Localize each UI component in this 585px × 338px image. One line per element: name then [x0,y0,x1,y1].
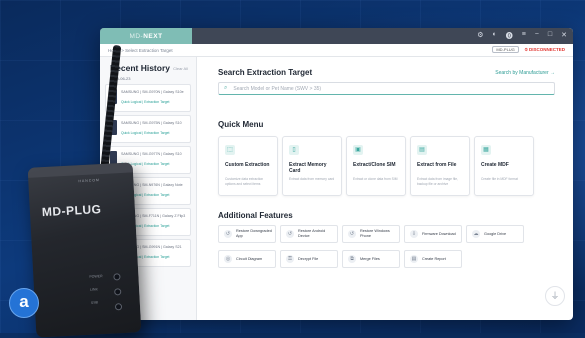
port-label: LINK [89,287,98,292]
search-input[interactable]: ⌕ Search Model or Pet Name (SWV > 35) [218,82,555,95]
feature-label: Create Report [422,256,446,261]
minimize-icon[interactable]: − [535,31,539,41]
led-icon [113,273,121,281]
search-section-title: Search Extraction Target [218,68,313,77]
history-item-meta: SAMSUNG | SM-G977N | Galaxy S10 [121,152,182,156]
breadcrumb-bar: Home > Select Extraction Target MD-PLUG … [100,44,573,57]
card-desc: Extract data from image file, backup fil… [417,177,459,186]
additional-features-grid: ↺ Restore Downgraded App ↺ Restore Andro… [218,225,555,268]
custom-extraction-icon: ⬚ [225,145,235,155]
history-item-tag: Quick Logical | Extraction Target [121,131,170,135]
feature-google-drive[interactable]: ☁ Google Drive [466,225,524,243]
quick-menu-cards: ⬚ Custom Extraction Customize data extra… [218,136,555,196]
connection-status: ⦸ DISCONNECTED [524,47,565,52]
feature-restore-downgraded-app[interactable]: ↺ Restore Downgraded App [218,225,276,243]
history-item-tag: Quick Logical | Extraction Target [121,100,170,104]
usb-icon[interactable]: ⏚ [545,286,565,306]
feature-merge-files[interactable]: ⧉ Merge Files [342,250,400,268]
mdplug-device: HANCOM MD-PLUG POWER LINK USB [27,162,142,338]
sim-icon: ▣ [353,145,363,155]
maximize-icon[interactable]: □ [548,31,552,41]
card-desc: Extract data from memory card [289,177,335,181]
feature-label: Restore Windows Phone [360,229,390,238]
history-item-meta: SAMSUNG | SM-G975N | Galaxy S10 [121,121,182,125]
card-title: Custom Extraction [225,162,270,168]
quick-menu-title: Quick Menu [218,120,264,129]
device-leds [113,273,123,311]
settings-icon[interactable]: ⚙ [477,31,483,41]
feature-label: Decrypt File [298,256,319,261]
card-title: Extract/Clone SIM [353,162,396,168]
card-extract-memory-card[interactable]: ▯ Extract Memory Card Extract data from … [282,136,342,196]
report-icon: ▤ [410,255,418,263]
card-title: Extract Memory Card [289,162,327,175]
history-item[interactable]: SAMSUNG | SM-G970N | Galaxy S10e Quick L… [105,84,191,112]
key-icon: ⚿ [286,255,294,263]
merge-icon: ⧉ [348,255,356,263]
restore-icon: ↺ [224,230,232,238]
mdf-icon: ▦ [481,145,491,155]
search-icon: ⌕ [224,85,228,91]
restore-icon: ↺ [348,230,356,238]
search-placeholder: Search Model or Pet Name (SWV > 35) [233,85,322,92]
cloud-icon: ☁ [472,230,480,238]
mdplug-button[interactable]: MD-PLUG [492,46,519,53]
device-port-labels: POWER LINK USB [89,274,104,305]
card-title: Extract from File [417,162,457,168]
feature-decrypt-file[interactable]: ⚿ Decrypt File [280,250,338,268]
brand-name: NEXT [143,32,163,40]
led-icon [114,288,122,296]
additional-features-title: Additional Features [218,211,293,220]
brand-prefix: MD- [129,32,144,40]
app-brand: MD- NEXT [100,28,192,44]
restore-icon: ↺ [286,230,294,238]
history-item[interactable]: SAMSUNG | SM-G975N | Galaxy S10 Quick Lo… [105,115,191,143]
card-desc: Create file in MDF format [481,177,518,181]
connection-status-text: DISCONNECTED [528,47,565,52]
window-controls: ⚙ ◐ ⓿ ≡ − □ ✕ [477,31,567,41]
device-brandmark: HANCOM [78,178,101,184]
feature-label: Circuit Diagram [236,256,263,261]
app-window: MD- NEXT ⚙ ◐ ⓿ ≡ − □ ✕ Home > Select Ext… [100,28,573,320]
port-label: POWER [89,274,103,279]
card-desc: Customize data extraction options and se… [225,177,264,186]
search-by-manufacturer-link[interactable]: Search by Manufacturer → [495,70,555,76]
card-create-mdf[interactable]: ▦ Create MDF Create file in MDF format [474,136,534,196]
clear-all-link[interactable]: Clear All [173,66,188,71]
memory-card-icon: ▯ [289,145,299,155]
feature-label: Restore Downgraded App [236,229,272,238]
card-desc: Extract or clone data from SIM [353,177,398,181]
feature-label: Restore Android Device [298,229,326,238]
title-bar: MD- NEXT ⚙ ◐ ⓿ ≡ − □ ✕ [100,28,573,44]
feature-circuit-diagram[interactable]: ◎ Circuit Diagram [218,250,276,268]
card-extract-from-file[interactable]: ▤ Extract from File Extract data from im… [410,136,470,196]
card-title: Create MDF [481,162,509,168]
feature-create-report[interactable]: ▤ Create Report [404,250,462,268]
feature-label: Merge Files [360,256,380,261]
main-content: Search Extraction Target Search by Manuf… [218,57,555,320]
close-icon[interactable]: ✕ [561,31,567,41]
feature-label: Google Drive [484,231,507,236]
device-label: MD-PLUG [41,202,102,220]
theme-icon[interactable]: ◐ [492,31,496,41]
card-extract-clone-sim[interactable]: ▣ Extract/Clone SIM Extract or clone dat… [346,136,406,196]
led-icon [114,303,123,311]
circuit-icon: ◎ [224,255,232,263]
file-icon: ▤ [417,145,427,155]
feature-restore-android-device[interactable]: ↺ Restore Android Device [280,225,338,243]
feature-restore-windows-phone[interactable]: ↺ Restore Windows Phone [342,225,400,243]
feature-firmware-download[interactable]: ⇩ Firmware Download [404,225,462,243]
letter-badge: a [9,288,39,318]
feature-label: Firmware Download [422,231,456,236]
port-label: USB [90,300,99,305]
download-icon: ⇩ [410,230,418,238]
history-item-meta: SAMSUNG | SM-G970N | Galaxy S10e [121,90,184,94]
info-icon[interactable]: ⓿ [506,31,513,41]
card-custom-extraction[interactable]: ⬚ Custom Extraction Customize data extra… [218,136,278,196]
menu-icon[interactable]: ≡ [522,31,526,41]
